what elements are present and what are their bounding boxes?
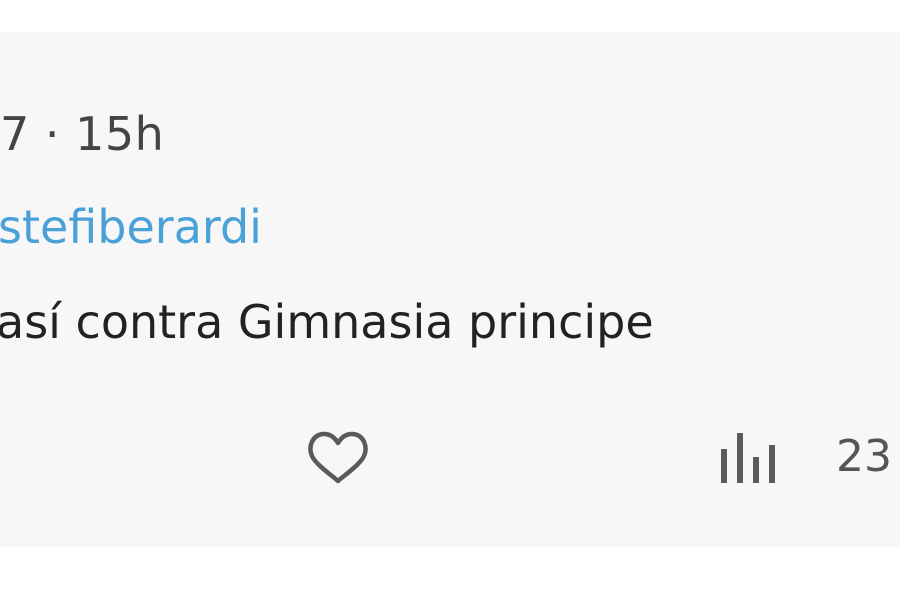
comment-meta: 7 · 15h [0, 107, 165, 161]
bar-chart-icon [710, 424, 780, 490]
mention-link[interactable]: stefiberardi [0, 197, 262, 257]
views-count: 23 [836, 431, 892, 482]
comment-card: 7 · 15h stefiberardi así contra Gimnasia… [0, 32, 900, 547]
like-button[interactable] [300, 424, 376, 490]
heart-outline-icon [308, 431, 368, 484]
comment-body: así contra Gimnasia principe [0, 295, 654, 349]
views-button[interactable]: 23 [710, 424, 892, 490]
